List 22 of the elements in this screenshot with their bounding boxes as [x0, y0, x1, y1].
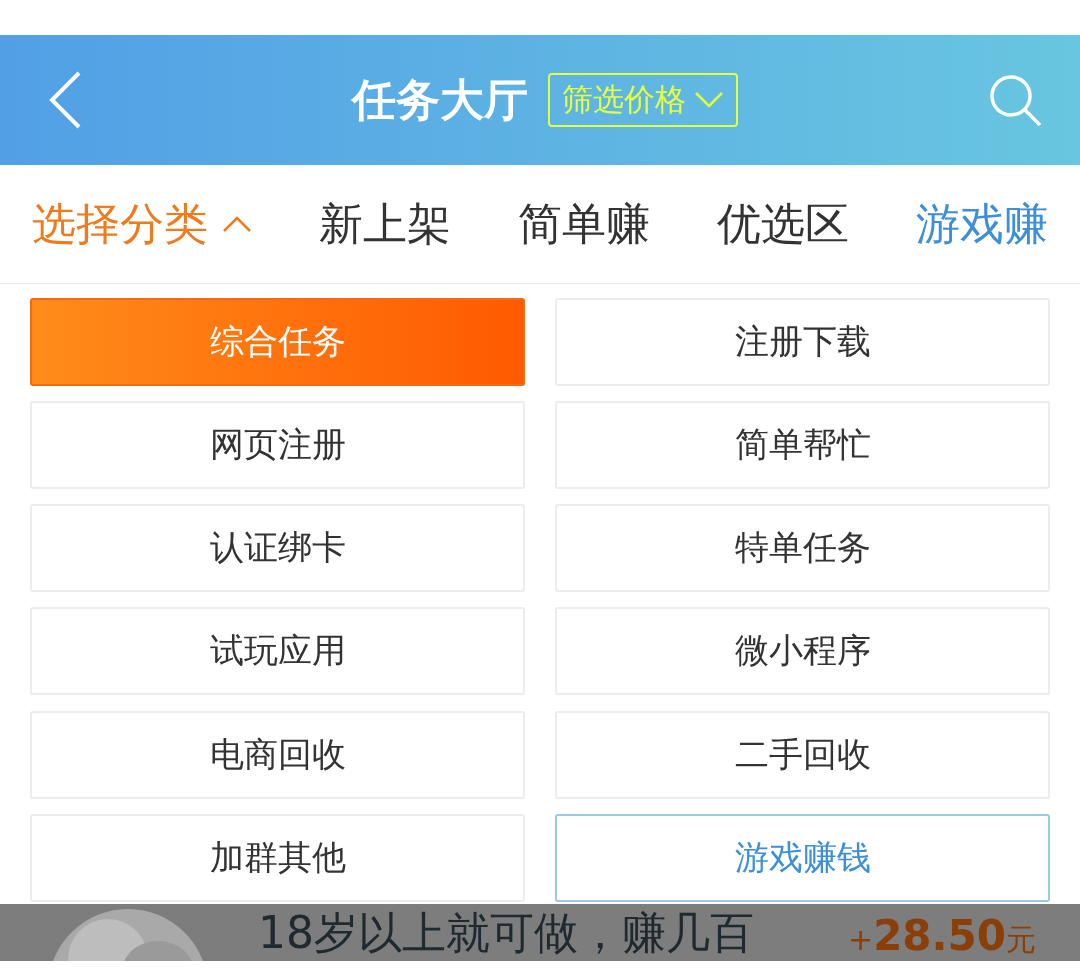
task-title: 18岁以上就可做，赚几百	[258, 906, 755, 960]
task-price: 28.50	[873, 911, 1006, 960]
category-button[interactable]: 简单帮忙	[555, 401, 1050, 490]
category-button[interactable]: 认证绑卡	[30, 504, 525, 593]
price-unit: 元	[1006, 921, 1036, 959]
tab[interactable]: 优选区	[717, 194, 849, 254]
tab[interactable]: 新上架	[319, 194, 451, 254]
category-button[interactable]: 二手回收	[555, 710, 1050, 799]
back-icon[interactable]	[48, 70, 82, 130]
category-button[interactable]: 电商回收	[30, 710, 525, 799]
price-sign: +	[848, 922, 874, 957]
category-button[interactable]: 试玩应用	[30, 607, 525, 696]
page-title: 任务大厅	[352, 72, 528, 127]
category-button[interactable]: 微小程序	[555, 607, 1050, 696]
category-button[interactable]: 注册下载	[555, 298, 1050, 386]
search-icon[interactable]	[988, 73, 1042, 127]
chevron-down-icon	[694, 91, 724, 109]
category-button[interactable]: 加群其他	[30, 813, 525, 902]
category-button[interactable]: 特单任务	[555, 504, 1050, 593]
category-button[interactable]: 网页注册	[30, 401, 525, 490]
tab[interactable]: 简单赚	[518, 194, 650, 254]
chevron-up-icon	[222, 215, 252, 233]
